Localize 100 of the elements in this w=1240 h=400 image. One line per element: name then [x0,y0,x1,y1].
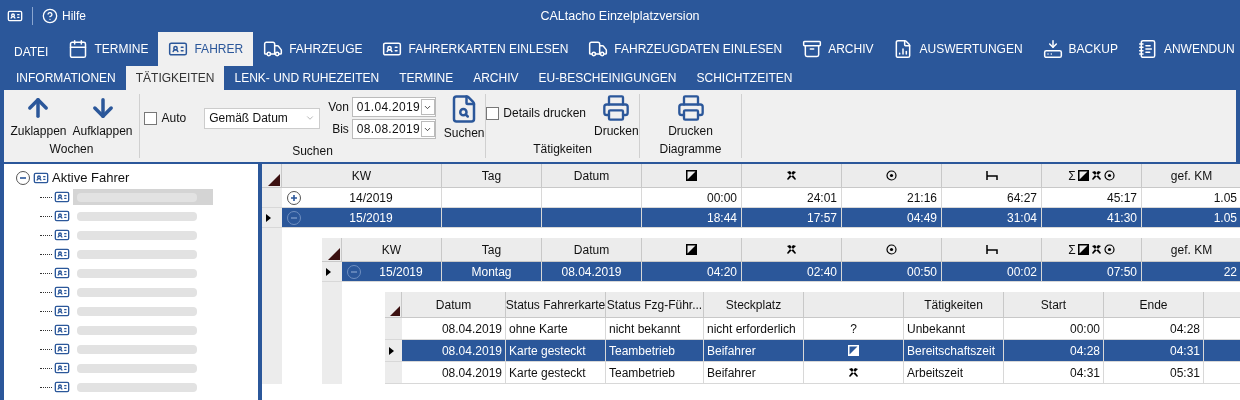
activity-symbol: ? [850,320,857,338]
group-label: Wochen [49,141,94,158]
table-cell: 08.04.2019 [542,262,642,281]
table-cell: 45:17 [1042,188,1142,207]
date-label: Von [328,99,349,116]
column-header[interactable]: Tätigkeiten [904,292,1004,317]
column-header[interactable]: Start [1004,292,1104,317]
mode-dropdown[interactable]: Gemäß Datum [204,107,321,129]
table-cell: nicht bekannt [606,318,704,339]
ribbon-tab[interactable]: ANWENDUN [1127,32,1240,66]
table-row[interactable]: 15/2019 18:44 17:57 04:49 31:04 41:30 1.05 [262,208,1240,228]
table-cell: Unbekannt [904,318,1004,339]
table-cell: 31:04 [942,208,1042,227]
standby-icon [848,345,859,356]
column-header[interactable]: Datum [542,164,642,187]
standby-icon [1077,170,1089,181]
id-card-icon [54,322,70,338]
drive-icon [1042,39,1063,59]
sub-tab[interactable]: TERMINE [389,66,464,90]
corner-triangle-icon[interactable] [327,247,341,261]
table-cell: 1.05 [1142,188,1240,207]
table-cell: 00:02 [942,262,1042,281]
table-row[interactable]: 14/2019 00:00 24:01 21:16 64:27 45:17 1.05 [262,188,1240,208]
date-label: Bis [332,121,349,138]
auto-checkbox[interactable]: Auto [144,109,187,127]
search-button[interactable]: Suchen [443,94,485,142]
steering-wheel-icon [886,244,897,255]
corner-triangle-icon[interactable] [389,305,401,317]
column-header[interactable]: Tag [442,164,542,187]
corner-triangle-icon[interactable] [267,173,281,187]
collapse-button[interactable]: Zuklappen [10,94,67,140]
column-header[interactable]: Tag [442,238,542,261]
sub-tab[interactable]: TÄTIGKEITEN [125,66,225,90]
id-card-icon [382,39,403,59]
ribbon-tab[interactable]: FAHRZEUGDATEN EINLESEN [578,32,793,66]
bed-icon [985,170,998,181]
steering-wheel-icon [886,170,897,181]
printer-icon [602,94,631,122]
table-row[interactable]: 15/2019 Montag 08.04.2019 04:20 02:40 00:50 00:02 07:50 22 [322,262,1240,282]
table-row[interactable]: 08.04.2019 Karte gesteckt Teambetrieb Beifahrer Bereitschaftszeit 04:28 04:31 [385,340,1240,362]
ribbon-tab[interactable]: ARCHIV [792,32,884,66]
help-icon [42,8,58,24]
details-checkbox[interactable]: Details drucken [486,104,586,122]
table-cell: Karte gesteckt [506,362,606,383]
sub-tab[interactable]: LENK- UND RUHEZEITEN [224,66,390,90]
ribbon-tab[interactable]: FAHRERKARTEN EINLESEN [372,32,579,66]
checkbox[interactable] [486,106,500,120]
sub-tab[interactable]: SCHICHTZEITEN [686,66,803,90]
ribbon-tab[interactable]: BACKUP [1032,32,1128,66]
sub-tab[interactable]: ARCHIV [463,66,529,90]
group-label: Diagramme [659,141,722,158]
table-cell-text: 15/2019 [348,209,394,227]
calendar-icon [68,39,89,59]
table-cell: 21:16 [842,188,942,207]
column-header[interactable]: Datum [542,238,642,261]
column-header[interactable]: Status Fzg-Führ... [606,292,704,317]
table-cell: 1.05 [1142,208,1240,227]
sub-tab[interactable]: EU-BESCHEINIGUNGEN [528,66,687,90]
print-diagram-button[interactable]: Drucken [668,94,713,140]
print-button[interactable]: Drucken [594,94,639,140]
expand-button[interactable]: Aufklappen [72,94,133,140]
id-card-icon [54,284,70,300]
column-header[interactable]: Datum [402,292,506,317]
table-cell: ohne Karte [506,318,606,339]
bed-icon [985,244,998,255]
checkbox[interactable] [144,111,158,125]
column-header[interactable]: Σ [1042,164,1142,187]
column-header[interactable]: Σ [1042,238,1142,261]
row-pointer-icon [389,346,394,355]
table-cell: 22 [1142,262,1240,281]
row-pointer-icon [266,213,271,222]
help-button[interactable]: Hilfe [42,7,86,25]
table-cell: Arbeitszeit [904,362,1004,383]
column-header[interactable]: Steckplatz [704,292,804,317]
table-cell: Teambetrieb [606,362,704,383]
column-header[interactable]: Status Fahrerkarte [506,292,606,317]
column-header[interactable]: KW [342,238,442,261]
date-field[interactable]: 08.08.2019 [351,119,436,139]
table-cell: Montag [442,262,542,281]
column-header[interactable]: Ende [1104,292,1204,317]
table-cell: Teambetrieb [606,340,704,361]
tree-item[interactable]: Aktive Fahrer [52,168,130,188]
date-field[interactable]: 01.04.2019 [351,97,436,117]
ribbon-tab[interactable]: FAHRZEUGE [253,32,373,66]
table-cell: 04:28 [1004,340,1104,361]
ribbon-tab[interactable]: TERMINE [58,32,159,66]
standby-icon [1077,244,1089,255]
column-header[interactable]: KW [282,164,442,187]
table-row[interactable]: 08.04.2019 Karte gesteckt Teambetrieb Beifahrer Arbeitszeit 04:31 05:31 [385,362,1240,384]
ribbon-tab[interactable]: AUSWERTUNGEN [883,32,1033,66]
id-card-icon [168,39,189,59]
column-header[interactable]: gef. KM [1142,164,1240,187]
ribbon-tab[interactable]: DATEI [4,32,59,66]
blurred-name[interactable] [73,189,213,205]
row-pointer-icon [326,267,331,276]
column-header[interactable]: gef. KM [1142,238,1240,261]
group-label: Suchen [292,143,333,160]
sum-sign: Σ [1068,167,1076,185]
sub-tab[interactable]: INFORMATIONEN [6,66,126,90]
ribbon-tab[interactable]: FAHRER [158,32,254,66]
